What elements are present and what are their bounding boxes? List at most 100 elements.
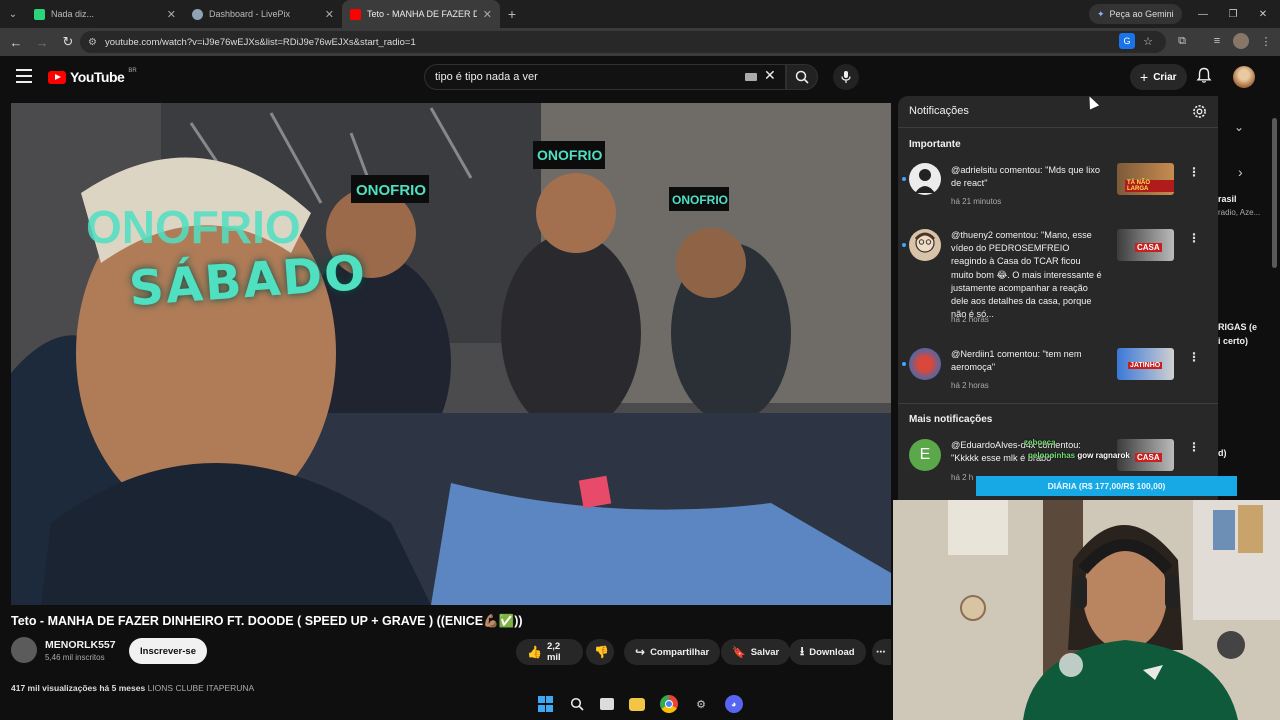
subscribe-button[interactable]: Inscrever-se (129, 638, 207, 664)
sidebar-fragment: radio, Aze... (1218, 208, 1261, 217)
extensions-icon[interactable]: ⧉ (1174, 33, 1190, 49)
expand-chevron-icon[interactable]: ⌄ (1234, 120, 1244, 134)
next-chevron-icon[interactable]: › (1238, 164, 1243, 180)
more-actions-button[interactable]: ⋯ (872, 639, 891, 665)
channel-name[interactable]: MENORLK557 (45, 639, 116, 651)
account-avatar[interactable] (1233, 66, 1255, 88)
country-code: BR (128, 68, 137, 74)
close-window-button[interactable]: ✕ (1248, 0, 1278, 28)
discord-icon[interactable]: ◕ (724, 695, 743, 713)
search-input[interactable]: tipo é tipo nada a ver (424, 64, 786, 90)
page-scrollbar[interactable] (1272, 118, 1277, 268)
video-player[interactable]: ONOFRIO ONOFRIO ONOFRIO ONOFRIO SÁBADO (11, 103, 891, 605)
thumbnail-caption: CASA (1135, 453, 1162, 462)
share-icon: ↪ (635, 645, 646, 659)
views-and-date: 417 mil visualizações há 5 meses (11, 683, 146, 693)
minimize-button[interactable]: — (1188, 0, 1218, 28)
item-more-icon[interactable]: ⋮ (1188, 231, 1200, 245)
streamer-webcam (893, 500, 1280, 720)
clear-search-icon[interactable]: ✕ (764, 67, 776, 84)
search-button[interactable] (786, 64, 818, 90)
item-more-icon[interactable]: ⋮ (1188, 350, 1200, 364)
save-button[interactable]: 🔖 Salvar (721, 639, 791, 665)
forward-button[interactable]: → (30, 30, 54, 54)
youtube-header: YouTube BR tipo é tipo nada a ver ✕ + Cr… (0, 56, 1280, 98)
browser-menu-icon[interactable]: ⋮ (1258, 33, 1274, 49)
like-button[interactable]: 👍 2,2 mil (516, 639, 583, 665)
commenter-avatar (909, 348, 941, 380)
keyboard-icon[interactable] (745, 73, 757, 81)
video-thumbnail[interactable]: JATINHO (1117, 348, 1174, 380)
back-button[interactable]: ← (4, 30, 28, 54)
chat-user: zeboeca (1024, 438, 1056, 447)
video-thumbnail[interactable]: CASA (1117, 229, 1174, 261)
video-description-bar[interactable]: 417 mil visualizações há 5 meses LIONS C… (11, 678, 891, 698)
stream-chat-overlay: pelonoinhas gow ragnarok (1028, 451, 1130, 460)
settings-taskbar-icon[interactable]: ⚙ (692, 695, 710, 713)
youtube-play-icon (48, 70, 66, 84)
close-tab-icon[interactable]: ✕ (325, 8, 334, 21)
gemini-button[interactable]: ✦ Peça ao Gemini (1089, 4, 1182, 24)
hamburger-menu-icon[interactable] (16, 69, 32, 87)
browser-tab-2[interactable]: Dashboard - LivePix ✕ (184, 0, 342, 28)
notification-text: @adrielsitu comentou: "Mds que lixo de r… (951, 165, 1100, 189)
reload-button[interactable]: ↻ (56, 30, 80, 54)
chrome-icon[interactable] (659, 695, 678, 713)
unread-dot (902, 177, 906, 181)
download-button[interactable]: ⭳ Download (789, 639, 866, 665)
channel-avatar[interactable] (11, 637, 37, 663)
divider (898, 127, 1218, 128)
notifications-title: Notificações (909, 105, 969, 117)
youtube-logo[interactable]: YouTube BR (48, 68, 137, 85)
item-more-icon[interactable]: ⋮ (1188, 165, 1200, 179)
bookmark-star-icon[interactable]: ☆ (1140, 33, 1156, 49)
url-text: youtube.com/watch?v=iJ9e76wEJXs&list=RDi… (104, 36, 416, 48)
save-label: Salvar (750, 646, 780, 658)
gemini-label: Peça ao Gemini (1109, 9, 1174, 19)
restore-button[interactable]: ❐ (1218, 0, 1248, 28)
notification-item[interactable]: @thueny2 comentou: "Mano, esse vídeo do … (898, 229, 1218, 339)
browser-tab-1[interactable]: Nada diz... ✕ (26, 0, 184, 28)
download-icon: ⭳ (800, 643, 805, 658)
site-info-icon[interactable]: ⚙ (88, 37, 97, 48)
svg-text:ONOFRIO: ONOFRIO (356, 182, 426, 199)
tab-search-button[interactable]: ⌄ (0, 1, 26, 27)
dislike-button[interactable]: 👎 (586, 639, 614, 665)
video-thumbnail[interactable]: TÁ NÃO LARGA (1117, 163, 1174, 195)
bookmark-icon: 🔖 (732, 646, 746, 659)
search-taskbar-icon[interactable] (568, 695, 586, 713)
notification-settings-gear-icon[interactable] (1192, 104, 1207, 124)
address-bar[interactable]: ⚙ youtube.com/watch?v=iJ9e76wEJXs&list=R… (80, 31, 1166, 53)
create-button[interactable]: + Criar (1130, 64, 1187, 90)
sidebar-fragment: d) (1218, 448, 1227, 458)
task-view-icon[interactable] (600, 698, 615, 710)
thumbnail-caption: TÁ NÃO LARGA (1125, 180, 1174, 192)
stream-chat-overlay: zeboeca (1024, 438, 1056, 447)
tab-favicon (34, 8, 45, 20)
search-query: tipo é tipo nada a ver (435, 71, 538, 83)
reading-list-icon[interactable]: ≡ (1209, 33, 1225, 49)
voice-search-button[interactable] (833, 64, 859, 90)
video-frame-illustration: ONOFRIO ONOFRIO ONOFRIO ONOFRIO (11, 103, 891, 605)
file-explorer-icon[interactable] (628, 697, 645, 711)
microphone-icon (841, 71, 851, 83)
thumbnail-caption: CASA (1135, 243, 1162, 252)
close-tab-icon[interactable]: ✕ (167, 8, 176, 21)
browser-tab-3[interactable]: Teto - MANHA DE FAZER DI ✕ (342, 0, 500, 28)
windows-start-icon[interactable] (537, 696, 553, 712)
share-label: Compartilhar (650, 646, 710, 658)
browser-tab-bar: ⌄ Nada diz... ✕ Dashboard - LivePix ✕ Te… (0, 0, 1280, 28)
close-tab-icon[interactable]: ✕ (483, 8, 492, 21)
profile-avatar-icon[interactable] (1233, 33, 1249, 49)
gemini-icon: ✦ (1097, 8, 1105, 19)
notification-item[interactable]: @adrielsitu comentou: "Mds que lixo de r… (898, 163, 1218, 213)
notifications-bell-icon[interactable] (1196, 67, 1212, 89)
notification-item[interactable]: @Nerdiin1 comentou: "tem nem aeromoça" h… (898, 348, 1218, 393)
sidebar-fragment: rasil (1218, 194, 1237, 204)
item-more-icon[interactable]: ⋮ (1188, 440, 1200, 454)
right-column: ⌄ › rasil radio, Aze... RIGAS (e i certo… (1208, 98, 1280, 528)
notification-text: @thueny2 comentou: "Mano, esse vídeo do … (951, 230, 1102, 320)
translate-icon[interactable]: G (1119, 33, 1135, 49)
share-button[interactable]: ↪ Compartilhar (624, 639, 721, 665)
new-tab-button[interactable]: + (500, 6, 524, 22)
